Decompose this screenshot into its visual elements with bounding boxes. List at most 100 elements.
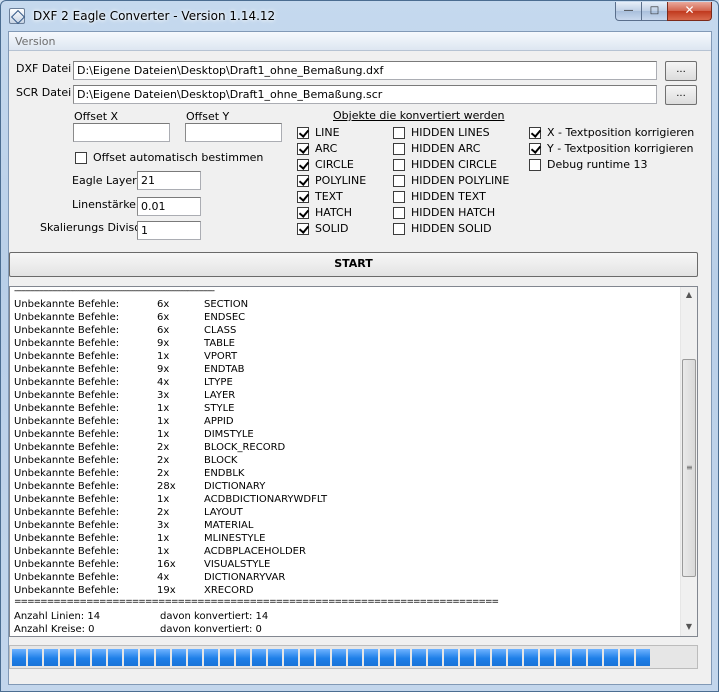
object-checkbox-hidden-solid[interactable]: HIDDEN SOLID — [393, 222, 492, 235]
object-checkbox-hidden-circle[interactable]: HIDDEN CIRCLE — [393, 158, 497, 171]
log-message: Unbekannte Befehle: — [14, 416, 120, 427]
start-button[interactable]: START — [9, 252, 698, 277]
progress-segment — [172, 649, 186, 666]
eagle-layer-input[interactable]: 21 — [137, 171, 201, 190]
object-checkbox-y-textposition-korrigieren[interactable]: Y - Textposition korrigieren — [529, 142, 693, 155]
progress-segment — [236, 649, 250, 666]
log-command: LAYER — [204, 390, 236, 401]
title-bar[interactable]: DXF 2 Eagle Converter - Version 1.14.12 … — [1, 1, 718, 31]
log-count: 1x — [157, 494, 170, 505]
offset-auto-checkbox[interactable]: Offset automatisch bestimmen — [75, 151, 263, 164]
log-message: Unbekannte Befehle: — [14, 507, 120, 518]
checkbox-box[interactable] — [393, 222, 405, 235]
log-scrollbar[interactable]: ▲ ≡ ▼ — [680, 287, 697, 636]
log-count: 3x — [157, 390, 170, 401]
checkbox-box[interactable] — [297, 222, 309, 235]
dxf-file-input[interactable]: D:\Eigene Dateien\Desktop\Draft1_ohne_Be… — [73, 61, 657, 80]
scr-file-label: SCR Datei — [16, 86, 72, 99]
summary-converted: davon konvertiert: 14 — [160, 611, 269, 622]
checkbox-label: HIDDEN ARC — [411, 142, 481, 155]
scroll-thumb[interactable]: ≡ — [682, 359, 696, 577]
minimize-button[interactable]: — — [615, 2, 642, 21]
progress-segment — [396, 649, 410, 666]
object-checkbox-hidden-polyline[interactable]: HIDDEN POLYLINE — [393, 174, 509, 187]
object-checkbox-polyline[interactable]: POLYLINE — [297, 174, 366, 187]
object-checkbox-hidden-lines[interactable]: HIDDEN LINES — [393, 126, 490, 139]
checkbox-label: LINE — [315, 126, 340, 139]
object-checkbox-x-textposition-korrigieren[interactable]: X - Textposition korrigieren — [529, 126, 694, 139]
checkbox-box[interactable] — [297, 126, 309, 139]
progress-segment — [76, 649, 90, 666]
scr-browse-button[interactable]: ... — [665, 85, 697, 105]
object-checkbox-line[interactable]: LINE — [297, 126, 340, 139]
scroll-up-arrow-icon[interactable]: ▲ — [681, 287, 697, 303]
offset-y-input[interactable] — [185, 123, 282, 142]
log-message: Unbekannte Befehle: — [14, 351, 120, 362]
checkbox-label: HIDDEN POLYLINE — [411, 174, 510, 187]
maximize-button[interactable]: □ — [641, 2, 668, 21]
checkbox-box[interactable] — [529, 142, 541, 155]
progress-segment — [60, 649, 74, 666]
line-width-label: Linenstärke: — [72, 198, 140, 211]
checkbox-box[interactable] — [393, 142, 405, 155]
app-window: DXF 2 Eagle Converter - Version 1.14.12 … — [0, 0, 719, 692]
progress-segment — [268, 649, 282, 666]
object-checkbox-hidden-arc[interactable]: HIDDEN ARC — [393, 142, 480, 155]
offset-x-label: Offset X — [74, 110, 119, 123]
log-count: 1x — [157, 416, 170, 427]
progress-segment — [492, 649, 506, 666]
log-command: DICTIONARY — [204, 481, 266, 492]
checkbox-box[interactable] — [529, 158, 541, 171]
object-checkbox-hatch[interactable]: HATCH — [297, 206, 352, 219]
log-message: Unbekannte Befehle: — [14, 299, 120, 310]
log-message: Unbekannte Befehle: — [14, 572, 120, 583]
checkbox-box[interactable] — [393, 174, 405, 187]
checkbox-label: X - Textposition korrigieren — [547, 126, 695, 139]
checkbox-box[interactable] — [297, 158, 309, 171]
object-checkbox-hidden-text[interactable]: HIDDEN TEXT — [393, 190, 486, 203]
log-command: DICTIONARYVAR — [204, 572, 286, 583]
progress-segment — [620, 649, 634, 666]
log-command: ENDSEC — [204, 312, 246, 323]
log-message: Unbekannte Befehle: — [14, 442, 120, 453]
offset-x-input[interactable] — [73, 123, 170, 142]
progress-segment — [540, 649, 554, 666]
progress-segment — [108, 649, 122, 666]
log-count: 1x — [157, 403, 170, 414]
scroll-down-arrow-icon[interactable]: ▼ — [681, 619, 697, 635]
checkbox-box[interactable] — [393, 206, 405, 219]
checkbox-box[interactable] — [393, 190, 405, 203]
checkbox-label: Y - Textposition korrigieren — [547, 142, 694, 155]
log-count: 1x — [157, 546, 170, 557]
log-command: VISUALSTYLE — [204, 559, 271, 570]
progress-segment — [92, 649, 106, 666]
log-command: LAYOUT — [204, 507, 243, 518]
checkbox-box[interactable] — [529, 126, 541, 139]
log-output[interactable]: ----------------------------------------… — [9, 286, 698, 637]
object-checkbox-solid[interactable]: SOLID — [297, 222, 348, 235]
menu-version[interactable]: Version — [15, 35, 55, 48]
checkbox-box[interactable] — [297, 174, 309, 187]
progress-segment — [348, 649, 362, 666]
dxf-browse-button[interactable]: ... — [665, 61, 697, 81]
log-count: 2x — [157, 455, 170, 466]
object-checkbox-debug-runtime-13[interactable]: Debug runtime 13 — [529, 158, 647, 171]
checkbox-box[interactable] — [297, 142, 309, 155]
log-message: Unbekannte Befehle: — [14, 429, 120, 440]
log-command: LTYPE — [204, 377, 233, 388]
scr-file-input[interactable]: D:\Eigene Dateien\Desktop\Draft1_ohne_Be… — [73, 85, 657, 104]
log-message: Unbekannte Befehle: — [14, 468, 120, 479]
object-checkbox-hidden-hatch[interactable]: HIDDEN HATCH — [393, 206, 495, 219]
checkbox-box[interactable] — [297, 190, 309, 203]
object-checkbox-circle[interactable]: CIRCLE — [297, 158, 354, 171]
scale-divisor-input[interactable]: 1 — [137, 221, 201, 240]
object-checkbox-arc[interactable]: ARC — [297, 142, 337, 155]
object-checkbox-text[interactable]: TEXT — [297, 190, 343, 203]
line-width-input[interactable]: 0.01 — [137, 197, 201, 216]
close-button[interactable]: ✕ — [667, 2, 712, 21]
checkbox-box[interactable] — [393, 158, 405, 171]
objects-title: Objekte die konvertiert werden — [333, 109, 505, 122]
offset-auto-box[interactable] — [75, 151, 87, 164]
checkbox-box[interactable] — [297, 206, 309, 219]
checkbox-box[interactable] — [393, 126, 405, 139]
